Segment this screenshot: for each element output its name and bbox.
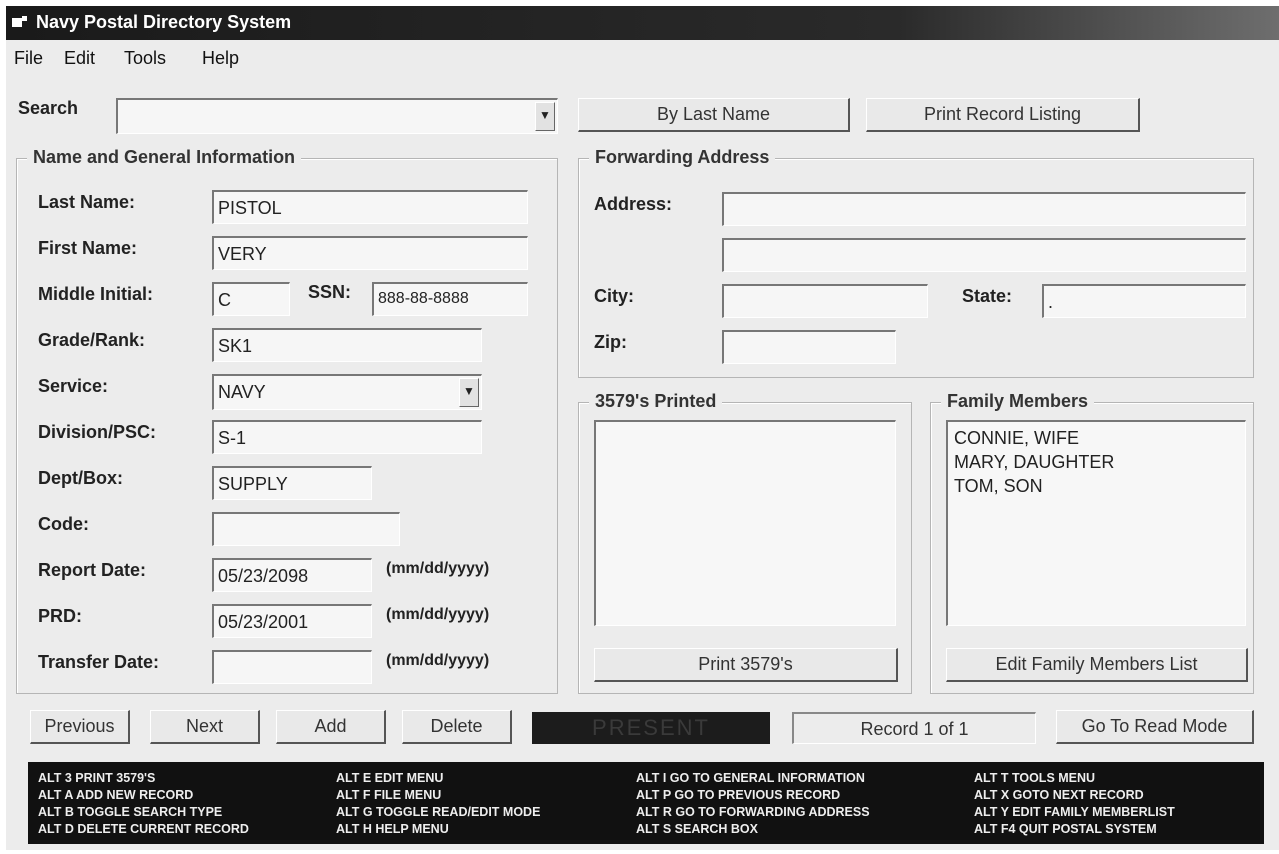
printed-3579s-list[interactable] bbox=[594, 420, 896, 626]
search-label: Search bbox=[18, 98, 79, 118]
list-item[interactable]: TOM, SON bbox=[954, 474, 1239, 498]
shortcut-item: ALT H HELP MENU bbox=[336, 822, 449, 836]
middle-initial-label: Middle Initial: bbox=[38, 284, 153, 304]
address-label: Address: bbox=[594, 194, 673, 214]
family-members-title: Family Members bbox=[941, 391, 1095, 412]
search-combobox[interactable]: ▼ bbox=[116, 98, 558, 134]
service-value: NAVY bbox=[218, 382, 266, 402]
shortcut-item: ALT X GOTO NEXT RECORD bbox=[974, 788, 1144, 802]
grade-rank-field[interactable]: SK1 bbox=[212, 328, 482, 362]
transfer-date-format-hint: (mm/dd/yyyy) bbox=[386, 652, 490, 669]
ssn-field[interactable]: 888-88-8888 bbox=[372, 282, 528, 316]
general-information-title: Name and General Information bbox=[27, 147, 302, 168]
code-field[interactable] bbox=[212, 512, 400, 546]
ssn-label: SSN: bbox=[308, 282, 352, 302]
dept-box-field[interactable]: SUPPLY bbox=[212, 466, 372, 500]
grade-rank-label: Grade/Rank: bbox=[38, 330, 146, 350]
report-date-label: Report Date: bbox=[38, 560, 147, 580]
division-psc-label: Division/PSC: bbox=[38, 422, 157, 442]
title-bar: Navy Postal Directory System bbox=[6, 6, 1279, 40]
shortcut-column: ALT I GO TO GENERAL INFORMATION ALT P GO… bbox=[636, 770, 870, 838]
menu-bar: File Edit Tools Help bbox=[6, 46, 1279, 74]
list-item[interactable]: MARY, DAUGHTER bbox=[954, 450, 1239, 474]
middle-initial-field[interactable]: C bbox=[212, 282, 290, 316]
first-name-label: First Name: bbox=[38, 238, 138, 258]
record-counter: Record 1 of 1 bbox=[792, 712, 1036, 744]
print-3579s-button[interactable]: Print 3579's bbox=[594, 648, 898, 682]
last-name-label: Last Name: bbox=[38, 192, 136, 212]
app-window: Navy Postal Directory System File Edit T… bbox=[6, 6, 1279, 850]
prd-label: PRD: bbox=[38, 606, 82, 626]
by-last-name-button[interactable]: By Last Name bbox=[578, 98, 850, 132]
go-to-read-mode-button[interactable]: Go To Read Mode bbox=[1056, 710, 1254, 744]
printed-3579s-title: 3579's Printed bbox=[589, 391, 723, 412]
menu-help[interactable]: Help bbox=[202, 48, 239, 69]
shortcut-item: ALT 3 PRINT 3579'S bbox=[38, 771, 156, 785]
shortcut-item: ALT B TOGGLE SEARCH TYPE bbox=[38, 805, 223, 819]
zip-label: Zip: bbox=[594, 332, 627, 352]
code-label: Code: bbox=[38, 514, 89, 534]
division-psc-field[interactable]: S-1 bbox=[212, 420, 482, 454]
window-title: Navy Postal Directory System bbox=[36, 12, 292, 32]
city-field[interactable] bbox=[722, 284, 928, 318]
report-date-field[interactable]: 05/23/2098 bbox=[212, 558, 372, 592]
app-icon bbox=[12, 16, 27, 27]
shortcut-item: ALT G TOGGLE READ/EDIT MODE bbox=[336, 805, 541, 819]
zip-field[interactable] bbox=[722, 330, 896, 364]
shortcut-item: ALT T TOOLS MENU bbox=[974, 771, 1096, 785]
previous-button[interactable]: Previous bbox=[30, 710, 130, 744]
add-button[interactable]: Add bbox=[276, 710, 386, 744]
state-label: State: bbox=[962, 286, 1013, 306]
edit-family-members-button[interactable]: Edit Family Members List bbox=[946, 648, 1248, 682]
shortcut-item: ALT D DELETE CURRENT RECORD bbox=[38, 822, 249, 836]
print-record-listing-button[interactable]: Print Record Listing bbox=[866, 98, 1140, 132]
transfer-date-label: Transfer Date: bbox=[38, 652, 160, 672]
menu-file[interactable]: File bbox=[14, 48, 43, 69]
address-line2-field[interactable] bbox=[722, 238, 1246, 272]
city-label: City: bbox=[594, 286, 634, 306]
prd-format-hint: (mm/dd/yyyy) bbox=[386, 606, 490, 623]
search-dropdown-arrow-icon[interactable]: ▼ bbox=[535, 102, 555, 131]
prd-field[interactable]: 05/23/2001 bbox=[212, 604, 372, 638]
address-line1-field[interactable] bbox=[722, 192, 1246, 226]
transfer-date-field[interactable] bbox=[212, 650, 372, 684]
shortcut-item: ALT P GO TO PREVIOUS RECORD bbox=[636, 788, 841, 802]
present-status-indicator: PRESENT bbox=[532, 712, 770, 744]
shortcut-item: ALT I GO TO GENERAL INFORMATION bbox=[636, 771, 865, 785]
next-button[interactable]: Next bbox=[150, 710, 260, 744]
family-members-list[interactable]: CONNIE, WIFE MARY, DAUGHTER TOM, SON bbox=[946, 420, 1246, 626]
service-dropdown-arrow-icon[interactable]: ▼ bbox=[459, 378, 479, 407]
forwarding-address-title: Forwarding Address bbox=[589, 147, 776, 168]
shortcut-item: ALT R GO TO FORWARDING ADDRESS bbox=[636, 805, 870, 819]
shortcut-column: ALT 3 PRINT 3579'S ALT A ADD NEW RECORD … bbox=[38, 770, 249, 838]
shortcut-item: ALT S SEARCH BOX bbox=[636, 822, 758, 836]
list-item[interactable]: CONNIE, WIFE bbox=[954, 426, 1239, 450]
shortcut-item: ALT E EDIT MENU bbox=[336, 771, 444, 785]
service-select[interactable]: NAVY ▼ bbox=[212, 374, 482, 410]
service-label: Service: bbox=[38, 376, 109, 396]
shortcut-column: ALT E EDIT MENU ALT F FILE MENU ALT G TO… bbox=[336, 770, 540, 838]
shortcut-column: ALT T TOOLS MENU ALT X GOTO NEXT RECORD … bbox=[974, 770, 1175, 838]
menu-tools[interactable]: Tools bbox=[124, 48, 166, 69]
delete-button[interactable]: Delete bbox=[402, 710, 512, 744]
report-date-format-hint: (mm/dd/yyyy) bbox=[386, 560, 490, 577]
state-field[interactable]: . bbox=[1042, 284, 1246, 318]
first-name-field[interactable]: VERY bbox=[212, 236, 528, 270]
shortcut-item: ALT F4 QUIT POSTAL SYSTEM bbox=[974, 822, 1157, 836]
menu-edit[interactable]: Edit bbox=[64, 48, 95, 69]
dept-box-label: Dept/Box: bbox=[38, 468, 123, 488]
shortcut-item: ALT A ADD NEW RECORD bbox=[38, 788, 194, 802]
keyboard-shortcuts-panel: ALT 3 PRINT 3579'S ALT A ADD NEW RECORD … bbox=[28, 762, 1264, 844]
shortcut-item: ALT Y EDIT FAMILY MEMBERLIST bbox=[974, 805, 1175, 819]
shortcut-item: ALT F FILE MENU bbox=[336, 788, 442, 802]
last-name-field[interactable]: PISTOL bbox=[212, 190, 528, 224]
